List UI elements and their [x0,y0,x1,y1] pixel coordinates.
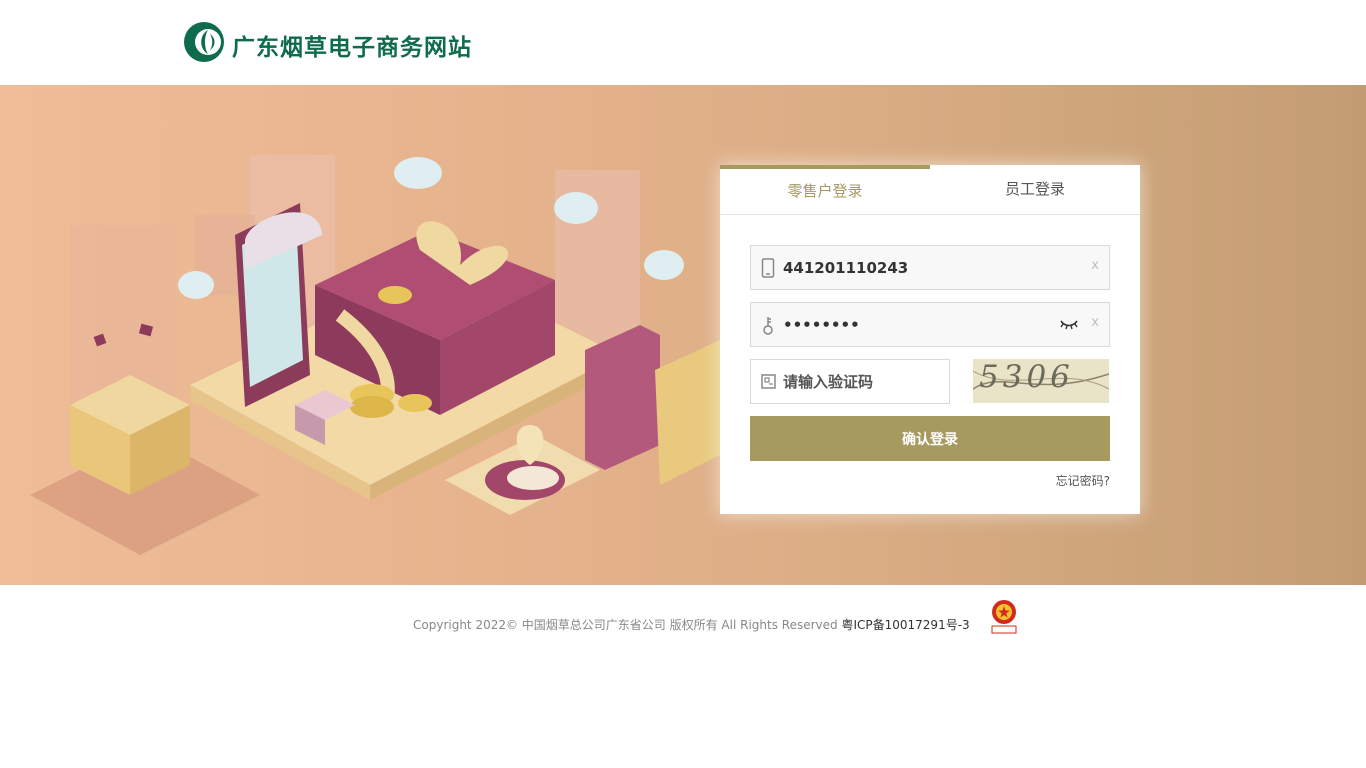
icp-link[interactable]: 粤ICP备10017291号-3 [841,618,969,632]
forgot-password-link[interactable]: 忘记密码? [1056,472,1110,489]
captcha-icon [761,374,776,389]
eye-closed-icon[interactable] [1059,317,1079,331]
confirm-login-button[interactable]: 确认登录 [750,416,1110,461]
police-badge-icon[interactable] [990,598,1018,634]
tab-staff-login[interactable]: 员工登录 [930,165,1140,214]
site-footer: Copyright 2022© 中国烟草总公司广东省公司 版权所有 All Ri… [0,585,1366,768]
site-title: 广东烟草电子商务网站 [232,34,472,61]
clear-password-icon[interactable]: x [1091,315,1099,330]
password-input[interactable] [783,303,1043,346]
captcha-image[interactable]: 5306 [973,359,1109,403]
password-field: x [750,302,1110,347]
username-field: x [750,245,1110,290]
tobacco-leaf-logo-icon [184,22,224,62]
shopping-illustration [30,155,720,555]
copyright-text: Copyright 2022© 中国烟草总公司广东省公司 版权所有 All Ri… [413,616,970,633]
login-panel: 零售户登录 员工登录 x [720,165,1140,514]
copyright-label: Copyright 2022© 中国烟草总公司广东省公司 版权所有 All Ri… [413,618,842,632]
tab-retailer-login[interactable]: 零售户登录 [720,165,930,214]
key-icon [763,317,773,335]
username-input[interactable] [783,246,1073,289]
captcha-input[interactable] [783,360,943,403]
login-tabs: 零售户登录 员工登录 [720,165,1140,215]
captcha-field [750,359,950,404]
hero-banner: 零售户登录 员工登录 x [0,85,1366,585]
phone-icon [761,258,775,278]
captcha-text: 5306 [979,359,1074,395]
clear-username-icon[interactable]: x [1091,258,1099,273]
site-header: 广东烟草电子商务网站 [0,0,1366,85]
